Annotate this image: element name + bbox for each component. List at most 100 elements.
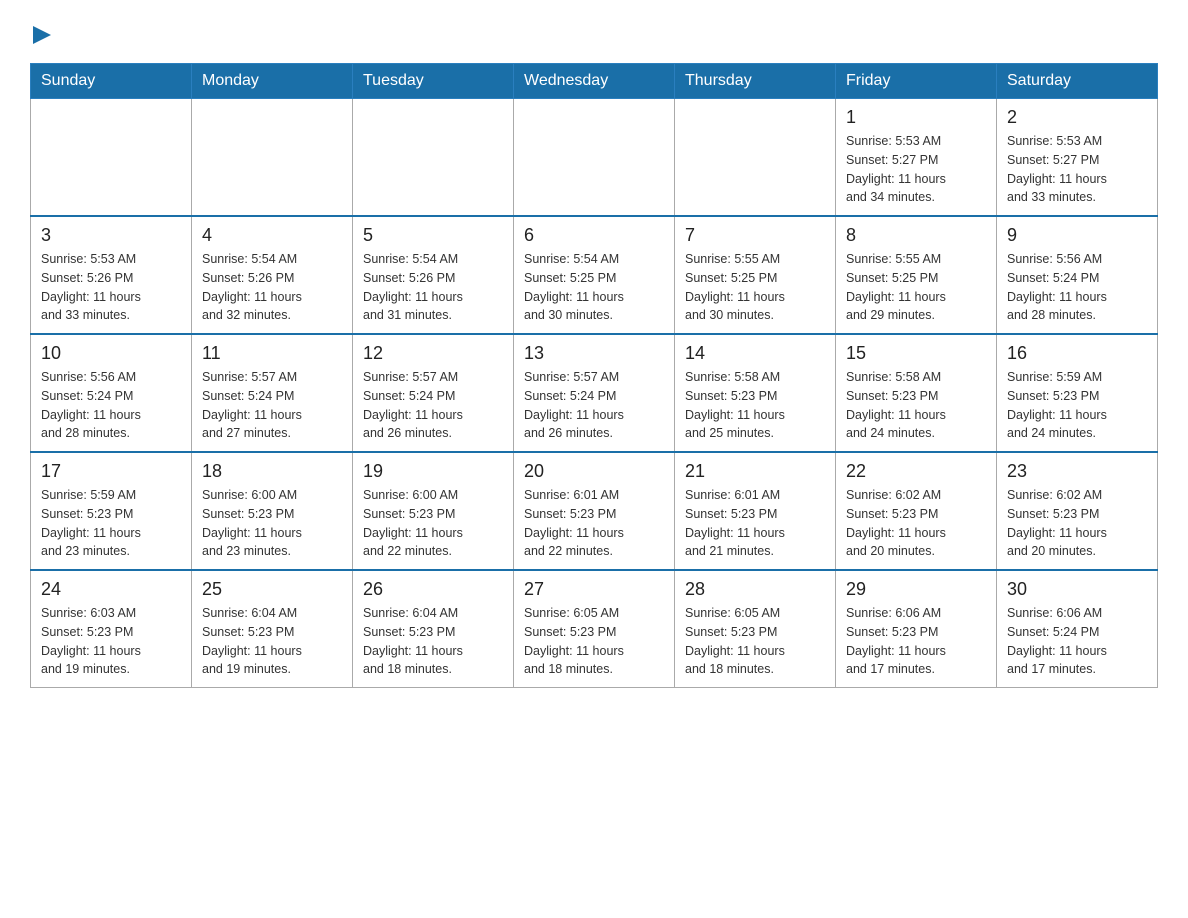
header-saturday: Saturday: [997, 64, 1158, 99]
calendar-cell: 1 Sunrise: 5:53 AM Sunset: 5:27 PM Daylig…: [836, 99, 997, 217]
day-info: Sunrise: 6:04 AM Sunset: 5:23 PM Dayligh…: [202, 604, 342, 679]
day-number: 14: [685, 343, 825, 364]
calendar-cell: 2 Sunrise: 5:53 AM Sunset: 5:27 PM Daylig…: [997, 99, 1158, 217]
day-info: Sunrise: 6:05 AM Sunset: 5:23 PM Dayligh…: [685, 604, 825, 679]
calendar-cell: 16 Sunrise: 5:59 AM Sunset: 5:23 PM Dayli…: [997, 334, 1158, 452]
day-number: 26: [363, 579, 503, 600]
day-info: Sunrise: 5:54 AM Sunset: 5:26 PM Dayligh…: [202, 250, 342, 325]
day-number: 9: [1007, 225, 1147, 246]
day-number: 1: [846, 107, 986, 128]
day-number: 5: [363, 225, 503, 246]
calendar-cell: 28 Sunrise: 6:05 AM Sunset: 5:23 PM Dayli…: [675, 570, 836, 688]
day-number: 24: [41, 579, 181, 600]
day-number: 17: [41, 461, 181, 482]
calendar-cell: [675, 99, 836, 217]
day-number: 27: [524, 579, 664, 600]
day-number: 25: [202, 579, 342, 600]
day-number: 6: [524, 225, 664, 246]
day-number: 23: [1007, 461, 1147, 482]
calendar-cell: 20 Sunrise: 6:01 AM Sunset: 5:23 PM Dayli…: [514, 452, 675, 570]
day-info: Sunrise: 5:56 AM Sunset: 5:24 PM Dayligh…: [1007, 250, 1147, 325]
day-info: Sunrise: 6:01 AM Sunset: 5:23 PM Dayligh…: [524, 486, 664, 561]
day-info: Sunrise: 5:58 AM Sunset: 5:23 PM Dayligh…: [685, 368, 825, 443]
page-header: [30, 20, 1158, 43]
calendar-cell: 26 Sunrise: 6:04 AM Sunset: 5:23 PM Dayli…: [353, 570, 514, 688]
day-number: 13: [524, 343, 664, 364]
day-number: 11: [202, 343, 342, 364]
day-number: 20: [524, 461, 664, 482]
day-info: Sunrise: 6:02 AM Sunset: 5:23 PM Dayligh…: [846, 486, 986, 561]
day-number: 19: [363, 461, 503, 482]
calendar-cell: 18 Sunrise: 6:00 AM Sunset: 5:23 PM Dayli…: [192, 452, 353, 570]
day-info: Sunrise: 6:03 AM Sunset: 5:23 PM Dayligh…: [41, 604, 181, 679]
day-info: Sunrise: 5:58 AM Sunset: 5:23 PM Dayligh…: [846, 368, 986, 443]
calendar-cell: 3 Sunrise: 5:53 AM Sunset: 5:26 PM Daylig…: [31, 216, 192, 334]
calendar-cell: 21 Sunrise: 6:01 AM Sunset: 5:23 PM Dayli…: [675, 452, 836, 570]
day-info: Sunrise: 5:53 AM Sunset: 5:27 PM Dayligh…: [1007, 132, 1147, 207]
calendar-week-row: 10 Sunrise: 5:56 AM Sunset: 5:24 PM Dayli…: [31, 334, 1158, 452]
header-thursday: Thursday: [675, 64, 836, 99]
day-info: Sunrise: 5:57 AM Sunset: 5:24 PM Dayligh…: [524, 368, 664, 443]
day-info: Sunrise: 6:02 AM Sunset: 5:23 PM Dayligh…: [1007, 486, 1147, 561]
calendar-header-row: Sunday Monday Tuesday Wednesday Thursday…: [31, 64, 1158, 99]
day-number: 15: [846, 343, 986, 364]
day-info: Sunrise: 5:56 AM Sunset: 5:24 PM Dayligh…: [41, 368, 181, 443]
calendar-week-row: 17Sunrise: 5:59 AM Sunset: 5:23 PM Dayli…: [31, 452, 1158, 570]
day-info: Sunrise: 6:00 AM Sunset: 5:23 PM Dayligh…: [202, 486, 342, 561]
calendar-cell: 22 Sunrise: 6:02 AM Sunset: 5:23 PM Dayli…: [836, 452, 997, 570]
header-tuesday: Tuesday: [353, 64, 514, 99]
calendar-cell: [514, 99, 675, 217]
header-monday: Monday: [192, 64, 353, 99]
calendar-cell: 24 Sunrise: 6:03 AM Sunset: 5:23 PM Dayli…: [31, 570, 192, 688]
day-info: Sunrise: 5:53 AM Sunset: 5:27 PM Dayligh…: [846, 132, 986, 207]
calendar-week-row: 24 Sunrise: 6:03 AM Sunset: 5:23 PM Dayli…: [31, 570, 1158, 688]
day-info: Sunrise: 6:00 AM Sunset: 5:23 PM Dayligh…: [363, 486, 503, 561]
day-number: 29: [846, 579, 986, 600]
day-info: Sunrise: 6:05 AM Sunset: 5:23 PM Dayligh…: [524, 604, 664, 679]
day-info: Sunrise: 6:01 AM Sunset: 5:23 PM Dayligh…: [685, 486, 825, 561]
day-number: 2: [1007, 107, 1147, 128]
calendar-cell: 15 Sunrise: 5:58 AM Sunset: 5:23 PM Dayli…: [836, 334, 997, 452]
calendar-cell: 27 Sunrise: 6:05 AM Sunset: 5:23 PM Dayli…: [514, 570, 675, 688]
calendar-cell: 10 Sunrise: 5:56 AM Sunset: 5:24 PM Dayli…: [31, 334, 192, 452]
day-number: 21: [685, 461, 825, 482]
day-info: Sunrise: 5:53 AM Sunset: 5:26 PM Dayligh…: [41, 250, 181, 325]
day-info: Sunrise: 5:57 AM Sunset: 5:24 PM Dayligh…: [363, 368, 503, 443]
calendar-cell: 30 Sunrise: 6:06 AM Sunset: 5:24 PM Dayli…: [997, 570, 1158, 688]
day-number: 30: [1007, 579, 1147, 600]
day-number: 18: [202, 461, 342, 482]
calendar-cell: 13 Sunrise: 5:57 AM Sunset: 5:24 PM Dayli…: [514, 334, 675, 452]
day-info: Sunrise: 6:04 AM Sunset: 5:23 PM Dayligh…: [363, 604, 503, 679]
calendar-cell: [353, 99, 514, 217]
day-info: Sunrise: 5:54 AM Sunset: 5:26 PM Dayligh…: [363, 250, 503, 325]
calendar-cell: 9 Sunrise: 5:56 AM Sunset: 5:24 PM Daylig…: [997, 216, 1158, 334]
day-info: Sunrise: 5:55 AM Sunset: 5:25 PM Dayligh…: [846, 250, 986, 325]
day-number: 8: [846, 225, 986, 246]
day-number: 12: [363, 343, 503, 364]
calendar-cell: 25 Sunrise: 6:04 AM Sunset: 5:23 PM Dayli…: [192, 570, 353, 688]
day-info: Sunrise: 6:06 AM Sunset: 5:24 PM Dayligh…: [1007, 604, 1147, 679]
logo-arrow-icon: [33, 26, 51, 49]
day-number: 4: [202, 225, 342, 246]
header-sunday: Sunday: [31, 64, 192, 99]
calendar-cell: 12 Sunrise: 5:57 AM Sunset: 5:24 PM Dayli…: [353, 334, 514, 452]
day-number: 3: [41, 225, 181, 246]
day-number: 28: [685, 579, 825, 600]
day-info: Sunrise: 5:54 AM Sunset: 5:25 PM Dayligh…: [524, 250, 664, 325]
day-number: 22: [846, 461, 986, 482]
header-friday: Friday: [836, 64, 997, 99]
calendar-cell: 6 Sunrise: 5:54 AM Sunset: 5:25 PM Daylig…: [514, 216, 675, 334]
calendar-cell: [192, 99, 353, 217]
day-info: Sunrise: 5:59 AM Sunset: 5:23 PM Dayligh…: [1007, 368, 1147, 443]
calendar-cell: 4 Sunrise: 5:54 AM Sunset: 5:26 PM Daylig…: [192, 216, 353, 334]
calendar-cell: 14 Sunrise: 5:58 AM Sunset: 5:23 PM Dayli…: [675, 334, 836, 452]
calendar-cell: 17Sunrise: 5:59 AM Sunset: 5:23 PM Dayli…: [31, 452, 192, 570]
day-number: 10: [41, 343, 181, 364]
day-info: Sunrise: 5:57 AM Sunset: 5:24 PM Dayligh…: [202, 368, 342, 443]
calendar-cell: 7Sunrise: 5:55 AM Sunset: 5:25 PM Daylig…: [675, 216, 836, 334]
header-wednesday: Wednesday: [514, 64, 675, 99]
logo: [30, 20, 51, 43]
calendar-cell: 19 Sunrise: 6:00 AM Sunset: 5:23 PM Dayli…: [353, 452, 514, 570]
day-number: 16: [1007, 343, 1147, 364]
day-number: 7: [685, 225, 825, 246]
